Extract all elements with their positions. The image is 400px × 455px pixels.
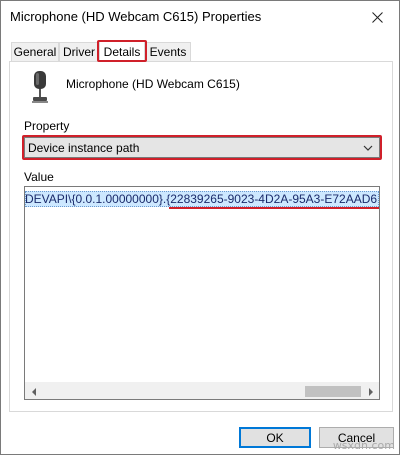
- tab-events[interactable]: Events: [145, 42, 191, 61]
- guid-underline-annotation: [169, 207, 379, 209]
- horizontal-scrollbar[interactable]: [25, 382, 379, 399]
- tab-driver-label: Driver: [63, 45, 95, 59]
- tab-details-label: Details: [103, 44, 141, 59]
- scroll-thumb[interactable]: [305, 386, 361, 397]
- tab-strip: General Driver Details Events: [9, 40, 393, 62]
- ok-button-label: OK: [266, 430, 284, 445]
- tab-general-label: General: [13, 45, 57, 59]
- property-label: Property: [24, 119, 70, 133]
- window-title: Microphone (HD Webcam C615) Properties: [10, 9, 262, 24]
- scroll-right-button[interactable]: [362, 383, 379, 399]
- scroll-left-button[interactable]: [25, 383, 42, 399]
- list-item[interactable]: DEVAPI\{0.0.1.00000000}.{22839265-9023-4…: [25, 191, 379, 207]
- chevron-down-icon: [363, 145, 373, 151]
- ok-button[interactable]: OK: [239, 427, 311, 448]
- chevron-left-icon: [31, 387, 36, 396]
- close-icon: [371, 11, 383, 23]
- chevron-right-icon: [368, 387, 373, 396]
- properties-window: Microphone (HD Webcam C615) Properties G…: [0, 0, 400, 455]
- property-selected-value: Device instance path: [28, 140, 140, 155]
- close-button[interactable]: [355, 1, 399, 33]
- tab-events-label: Events: [149, 45, 187, 59]
- value-listbox[interactable]: DEVAPI\{0.0.1.00000000}.{22839265-9023-4…: [24, 186, 380, 400]
- title-bar: Microphone (HD Webcam C615) Properties: [1, 1, 399, 33]
- tab-general[interactable]: General: [11, 42, 59, 61]
- value-label: Value: [24, 170, 54, 184]
- tab-driver[interactable]: Driver: [59, 42, 99, 61]
- tab-details[interactable]: Details: [99, 40, 145, 62]
- value-text: DEVAPI\{0.0.1.00000000}.{22839265-9023-4…: [25, 192, 379, 206]
- device-name: Microphone (HD Webcam C615): [66, 77, 240, 91]
- microphone-icon: [32, 71, 48, 103]
- watermark: wsxdn.com: [332, 439, 395, 452]
- property-dropdown[interactable]: Device instance path: [24, 137, 380, 158]
